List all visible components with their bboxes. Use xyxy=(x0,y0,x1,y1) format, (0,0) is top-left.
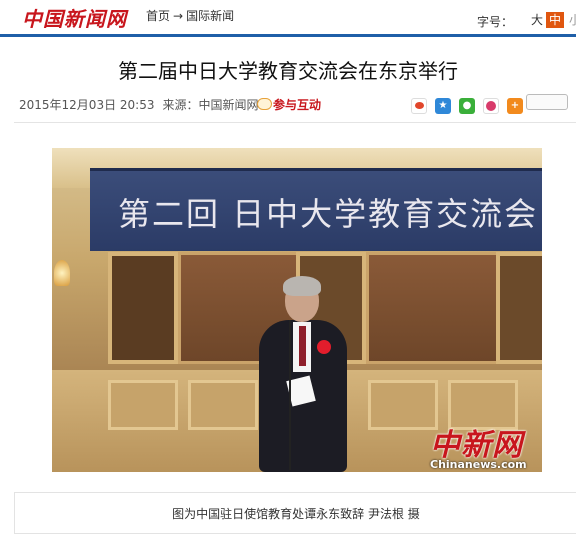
breadcrumb-section[interactable]: 国际新闻 xyxy=(186,7,234,24)
article-source: 来源：中国新闻网 xyxy=(162,98,259,112)
font-size-large-button[interactable]: 大 xyxy=(528,12,546,28)
wall-lamp xyxy=(54,260,70,286)
corsage xyxy=(317,340,331,354)
wechat-icon[interactable]: ● xyxy=(459,98,475,114)
speaker xyxy=(259,276,349,472)
interact-link[interactable]: 参与互动 xyxy=(257,96,321,113)
event-banner: 第二回 日中大学教育交流会 xyxy=(90,168,542,251)
photo-caption-box: 图为中国驻日使馆教育处谭永东致辞 尹法根 摄 xyxy=(14,492,576,534)
breadcrumb: 首页 → 国际新闻 xyxy=(146,7,234,24)
interact-label: 参与互动 xyxy=(273,98,322,112)
article-photo: 第二回 日中大学教育交流会 中新网 Chinanews.com xyxy=(52,148,542,472)
site-logo[interactable]: 中国新闻网 xyxy=(22,3,127,32)
font-size-label: 字号： xyxy=(477,15,514,29)
weibo-icon[interactable] xyxy=(411,98,427,114)
photo-caption: 图为中国驻日使馆教育处谭永东致辞 尹法根 摄 xyxy=(172,507,420,521)
qzone-icon[interactable]: ★ xyxy=(435,98,451,114)
site-header: 中国新闻网 首页 → 国际新闻 字号： 大 中 小 xyxy=(0,0,576,34)
header-divider xyxy=(0,34,576,37)
font-size-medium-button[interactable]: 中 xyxy=(546,12,564,28)
article-title: 第二届中日大学教育交流会在东京举行 xyxy=(118,59,458,83)
meta-divider xyxy=(14,122,576,123)
article-datetime: 2015年12月03日 20:53 xyxy=(19,98,155,112)
renren-icon[interactable] xyxy=(483,98,499,114)
photo-watermark-sub: Chinanews.com xyxy=(430,458,527,471)
breadcrumb-home[interactable]: 首页 xyxy=(146,7,170,24)
font-size-small-button[interactable]: 小 xyxy=(566,12,576,28)
more-share-icon[interactable]: + xyxy=(507,98,523,114)
breadcrumb-arrow: → xyxy=(173,9,184,23)
article-meta: 2015年12月03日 20:53 来源：中国新闻网 xyxy=(19,96,259,113)
microphone-stand xyxy=(289,320,291,470)
share-count-box[interactable] xyxy=(526,94,568,110)
comment-bubble-icon xyxy=(257,98,272,110)
banner-text: 第二回 日中大学教育交流会 xyxy=(118,195,539,233)
